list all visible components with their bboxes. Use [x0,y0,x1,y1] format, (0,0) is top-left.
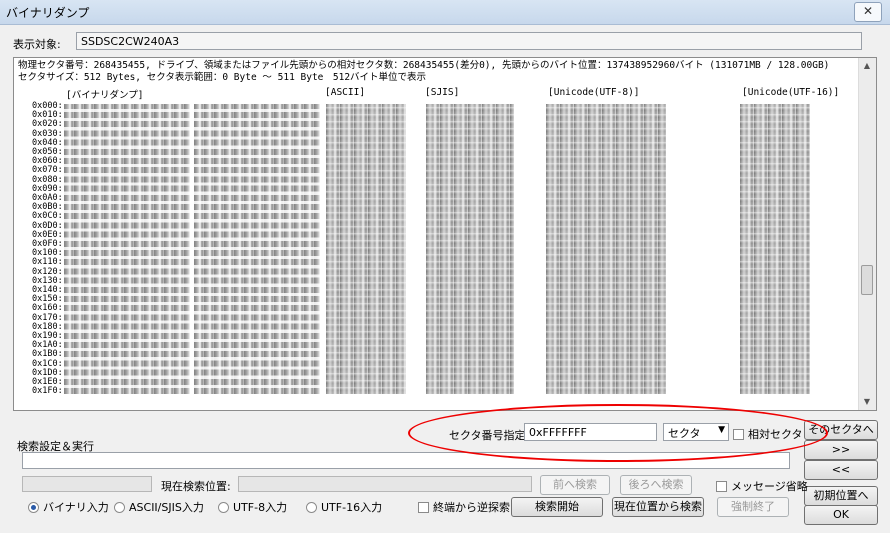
target-value: SSDSC2CW240A3 [81,35,180,48]
radio-utf8-input[interactable]: UTF-8入力 [218,499,287,515]
dump-info-line1: 物理セクタ番号：268435455, ドライブ、領域またはファイル先頭からの相対… [18,60,830,71]
current-search-pos-label: 現在検索位置: [161,480,231,493]
address-column: 0x000: 0x010: 0x020: 0x030: 0x040: 0x050: 0x06… [32,101,63,397]
search-next-button[interactable]: 後ろへ検索 [620,475,692,495]
reverse-search-label: 終端から逆探索 [433,501,510,514]
search-from-current-button[interactable]: 現在位置から検索 [612,497,704,517]
checkbox-box[interactable] [716,481,727,492]
title-bar: バイナリダンプ ✕ [0,0,890,25]
relative-sector-checkbox[interactable]: 相対セクタ [733,426,803,442]
reverse-search-checkbox[interactable]: 終端から逆探索 [418,499,510,515]
radio-dot[interactable] [114,502,125,513]
search-progress-bar [238,476,532,492]
radio-utf8-label: UTF-8入力 [233,501,288,514]
radio-dot[interactable] [218,502,229,513]
ascii-header: [ASCII] [325,87,366,98]
radio-ascii-input[interactable]: ASCII/SJIS入力 [114,499,204,515]
utf16-header: [Unicode(UTF-16)] [742,87,840,98]
close-button[interactable]: ✕ [854,2,882,22]
radio-dot[interactable] [28,502,39,513]
binary-header: [バイナリダンプ] [66,90,144,101]
relative-sector-label: 相対セクタ [748,428,803,441]
radio-ascii-label: ASCII/SJIS入力 [129,501,204,514]
hex-bytes-block-2 [194,104,320,394]
search-prev-button[interactable]: 前へ検索 [540,475,610,495]
radio-binary-label: バイナリ入力 [43,501,109,514]
close-icon: ✕ [862,4,874,18]
scroll-down-icon[interactable]: ▼ [859,394,875,410]
force-stop-button[interactable]: 強制終了 [717,497,789,517]
window-title: バイナリダンプ [6,6,90,20]
radio-dot[interactable] [306,502,317,513]
dump-info: 物理セクタ番号：268435455, ドライブ、領域またはファイル先頭からの相対… [18,60,829,84]
ok-button[interactable]: OK [804,505,878,525]
sector-unit-value: セクタ [668,427,701,440]
target-field: SSDSC2CW240A3 [76,32,862,50]
go-to-sector-button[interactable]: そのセクタへ [804,420,878,440]
sector-label: セクタ番号指定: [449,429,530,442]
sjis-header: [SJIS] [425,87,460,98]
sector-input-value: 0xFFFFFFF [529,426,587,439]
radio-binary-input[interactable]: バイナリ入力 [28,499,109,515]
hex-bytes-block-1 [64,104,190,394]
scroll-thumb[interactable] [861,265,873,295]
vertical-scrollbar[interactable]: ▲ ▼ [858,58,876,410]
checkbox-box[interactable] [418,502,429,513]
sector-input[interactable]: 0xFFFFFFF [524,423,657,441]
checkbox-box[interactable] [733,429,744,440]
radio-utf16-label: UTF-16入力 [321,501,383,514]
utf16-content [740,104,810,394]
chevron-down-icon: ▼ [718,425,725,435]
target-label: 表示対象: [13,38,61,51]
scroll-up-icon[interactable]: ▲ [859,58,875,74]
next-sector-button[interactable]: >> [804,440,878,460]
search-progress-small [22,476,152,492]
sjis-content [426,104,514,394]
omit-message-checkbox[interactable]: メッセージ省略 [716,478,808,494]
omit-message-label: メッセージ省略 [731,480,808,493]
prev-sector-button[interactable]: << [804,460,878,480]
ascii-content [326,104,406,394]
binary-dump-panel[interactable]: 物理セクタ番号：268435455, ドライブ、領域またはファイル先頭からの相対… [13,57,877,411]
search-start-button[interactable]: 検索開始 [511,497,603,517]
utf8-content [546,104,666,394]
radio-utf16-input[interactable]: UTF-16入力 [306,499,382,515]
address-row-label: 0x1F0: [32,386,63,397]
sector-unit-select[interactable]: セクタ ▼ [663,423,729,441]
search-input[interactable] [22,452,790,469]
utf8-header: [Unicode(UTF-8)] [548,87,640,98]
initial-position-button[interactable]: 初期位置へ [804,486,878,506]
dump-info-line2: セクタサイズ：512 Bytes, セクタ表示範囲：0 Byte 〜 511 B… [18,72,427,83]
